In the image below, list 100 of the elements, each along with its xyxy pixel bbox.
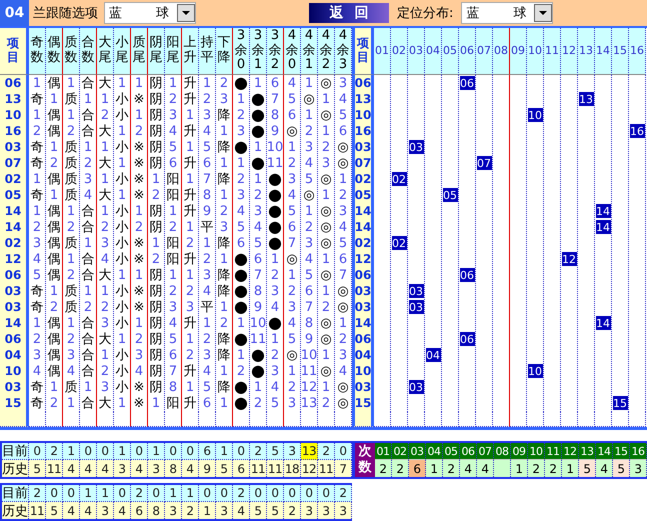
row-label: 12 [0,251,29,268]
table-cell: 2 [392,460,409,477]
column-header: 质数 [63,28,80,75]
table-cell: 2 [46,443,63,460]
column-header: 04 [425,28,442,75]
table-cell: 6 [131,502,148,519]
column-header: 质尾 [131,28,148,75]
number-badge: 10 [528,364,542,378]
row-label: 12 [352,251,374,268]
column-header: 16 [629,28,646,75]
table-cell: 1 [80,485,97,502]
row-label: 10 [352,363,374,380]
column-header: 大尾 [97,28,114,75]
table-cell: 0 [182,443,199,460]
column-header: 13 [578,28,595,75]
row-label: 06 [352,75,374,92]
column-header: 09 [510,28,527,75]
row-label: 13 [0,91,29,108]
row-label: 03 [0,299,29,316]
row-label: 14 [352,219,374,236]
table-cell: 6 [199,443,216,460]
row-label: 03 [352,283,374,300]
issue-number: 04 [0,0,29,26]
table-cell: 0 [63,485,80,502]
number-badge: 16 [630,124,644,138]
column-header: 10 [528,443,545,460]
table-cell: 3 [216,502,233,519]
table-cell: 18 [284,460,301,477]
table-cell: 0 [97,443,114,460]
column-header: 3余2 [267,28,284,75]
column-header: 11 [544,28,561,75]
column-header: 4余1 [301,28,318,75]
row-label: 03 [0,283,29,300]
column-header: 奇数 [29,28,46,75]
column-header: 02 [392,443,409,460]
table-cell: 7 [335,460,352,477]
dropdown-icon[interactable] [534,4,552,22]
ball-select[interactable]: 蓝 球 [104,2,196,24]
column-header: 项目 [0,28,29,75]
row-label: 07 [352,155,374,172]
row-label: 14 [0,219,29,236]
table-cell: 4 [477,460,494,477]
column-header: 08 [494,443,511,460]
table-cell: 0 [114,485,131,502]
row-label: 10 [352,107,374,124]
table-cell: 12 [301,460,318,477]
row-label: 03 [352,379,374,396]
row-label: 16 [352,123,374,140]
column-header: 03 [409,443,426,460]
table-cell: 4 [80,460,97,477]
number-badge: 06 [460,332,474,346]
row-label: 次数 [358,444,372,476]
column-header: 15 [612,28,629,75]
row-label: 04 [352,347,374,364]
number-badge: 02 [392,236,406,250]
number-badge: 10 [528,108,542,122]
back-button[interactable]: 返 回 [309,3,389,23]
number-badge: 02 [392,172,406,186]
row-label: 06 [352,331,374,348]
table-cell: 1 [216,443,233,460]
table-cell: 3 [148,460,165,477]
table-cell: 3 [284,443,301,460]
table-cell: 11 [46,460,63,477]
table-cell: 9 [199,460,216,477]
table-cell: 0 [80,443,97,460]
table-cell: 2 [182,502,199,519]
table-cell: 5 [250,502,267,519]
row-label: 14 [0,315,29,332]
table-cell: 2 [443,460,460,477]
table-cell: 3 [335,502,352,519]
number-badge: 14 [596,220,610,234]
row-label: 06 [352,267,374,284]
table-cell: 13 [301,443,318,460]
number-badge: 07 [476,156,492,170]
table-cell: 1 [182,485,199,502]
column-header: 合数 [80,28,97,75]
row-label: 10 [0,363,29,380]
table-cell: 1 [148,443,165,460]
column-header: 15 [613,443,630,460]
number-badge: 05 [442,188,458,202]
table-cell: 4 [80,502,97,519]
table-cell: 2 [250,443,267,460]
column-header: 01 [375,443,392,460]
table-cell: 8 [165,460,182,477]
table-cell: 2 [375,460,392,477]
number-badge: 14 [596,204,610,218]
row-label: 目前 [2,485,29,502]
row-label: 13 [352,91,374,108]
row-label: 10 [0,107,29,124]
row-label: 目前 [2,443,29,460]
ball-select[interactable]: 蓝 球 [461,2,554,24]
dropdown-icon[interactable] [177,4,195,22]
table-cell: 5 [267,502,284,519]
row-label: 15 [0,395,29,412]
table-cell: 0 [335,443,352,460]
table-cell: 0 [165,443,182,460]
table-cell: 4 [460,460,477,477]
column-header: 09 [511,443,528,460]
row-label: 14 [0,203,29,220]
column-header: 4余3 [335,28,352,75]
